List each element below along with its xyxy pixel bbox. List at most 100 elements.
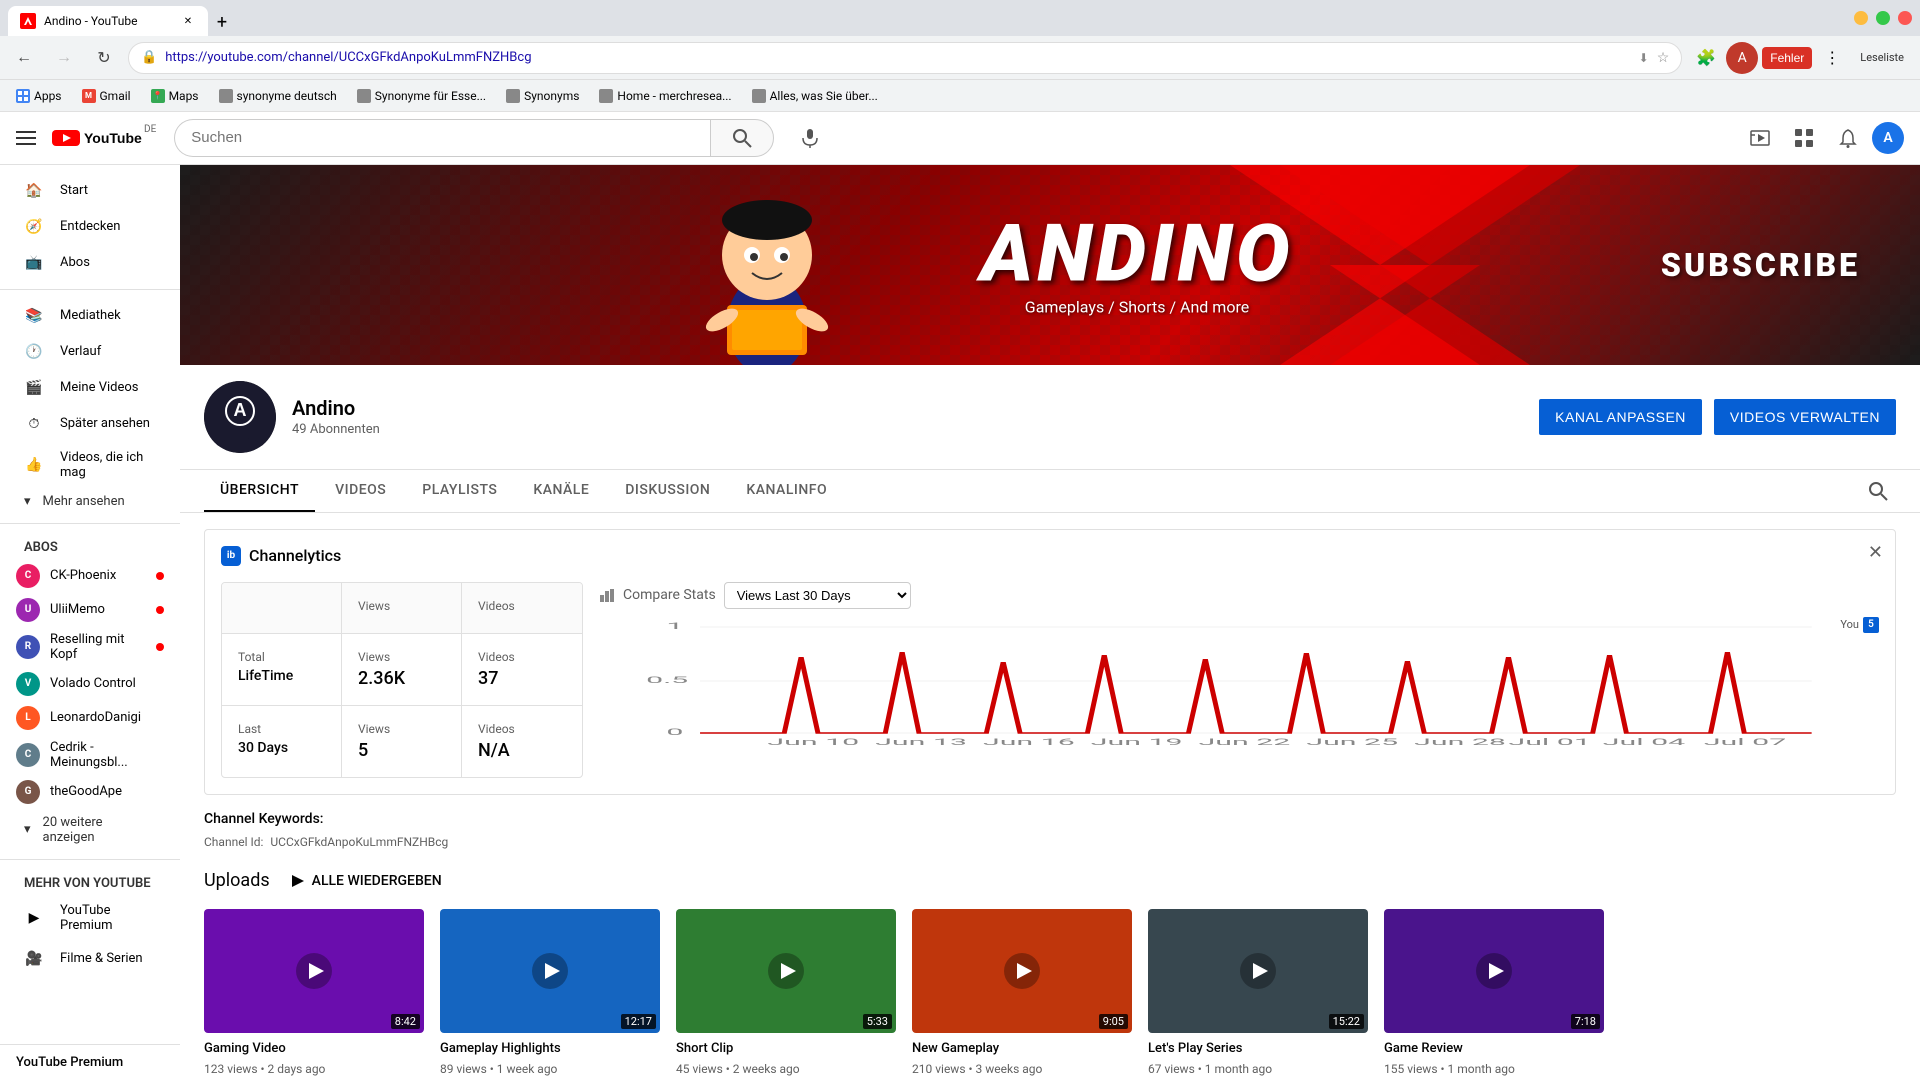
- customize-channel-button[interactable]: KANAL ANPASSEN: [1539, 399, 1702, 435]
- banner-content: ANDINO Gameplays / Shorts / And more: [980, 213, 1293, 316]
- tab-videos[interactable]: VIDEOS: [319, 470, 402, 512]
- total-lifetime-label: Total: [238, 650, 325, 664]
- apps-button[interactable]: [1784, 118, 1824, 158]
- tab-diskussion[interactable]: DISKUSSION: [609, 470, 726, 512]
- bookmark-home[interactable]: Home - merchresea...: [591, 85, 739, 107]
- alles-favicon: [752, 89, 766, 103]
- sidebar-sub-reselling[interactable]: R Reselling mit Kopf: [0, 627, 180, 667]
- maps-favicon: 📍: [151, 89, 165, 103]
- sidebar-item-liked[interactable]: 👍 Videos, die ich mag: [8, 442, 172, 488]
- stats-last30-views-cell: Views 5: [342, 706, 462, 777]
- browser-chrome: Andino - YouTube ✕ +: [0, 0, 1920, 36]
- video-meta-4: 210 views • 3 weeks ago: [912, 1062, 1132, 1076]
- channel-title: Andino: [292, 396, 1523, 420]
- sidebar-item-yt-premium[interactable]: ▶ YouTube Premium: [8, 895, 172, 941]
- video-play-icon-3: [766, 951, 806, 991]
- manage-videos-button[interactable]: VIDEOS VERWALTEN: [1714, 399, 1896, 435]
- channel-search-button[interactable]: [1860, 470, 1896, 512]
- voice-search-button[interactable]: [790, 118, 830, 158]
- video-meta-3: 45 views • 2 weeks ago: [676, 1062, 896, 1076]
- bookmark-synonyme2[interactable]: Synonyme für Esse...: [349, 85, 494, 107]
- sidebar-sub-uliimemo[interactable]: U UliiMemo: [0, 593, 180, 627]
- new-tab-button[interactable]: +: [208, 8, 236, 36]
- sidebar-sub-goodape[interactable]: G theGoodApe: [0, 775, 180, 809]
- user-avatar[interactable]: A: [1872, 122, 1904, 154]
- bookmark-maps[interactable]: 📍 Maps: [143, 85, 207, 107]
- error-badge[interactable]: Fehler: [1762, 47, 1812, 69]
- sidebar-item-meine-videos[interactable]: 🎬 Meine Videos: [8, 370, 172, 406]
- video-thumb-2[interactable]: 12:17: [440, 909, 660, 1033]
- search-button[interactable]: [710, 119, 774, 157]
- menu-icon[interactable]: ⋮: [1816, 42, 1848, 74]
- sidebar-sub-volado[interactable]: V Volado Control: [0, 667, 180, 701]
- sidebar-item-mediathek[interactable]: 📚 Mediathek: [8, 298, 172, 334]
- show-more-subs[interactable]: ▾ 20 weitere anzeigen: [0, 809, 180, 851]
- tab-playlists[interactable]: PLAYLISTS: [406, 470, 513, 512]
- address-bar[interactable]: 🔒 https://youtube.com/channel/UCCxGFkdAn…: [128, 42, 1682, 74]
- channel-id-display: Channel Id: UCCxGFkdAnpoKuLmmFNZHBcg: [204, 835, 1896, 849]
- more-from-yt-title: MEHR VON YOUTUBE: [0, 868, 180, 895]
- bookmark-alles[interactable]: Alles, was Sie über...: [744, 85, 886, 107]
- sidebar-sub-ck-phoenix[interactable]: C CK-Phoenix: [0, 559, 180, 593]
- extensions-icon[interactable]: 🧩: [1690, 42, 1722, 74]
- play-all-button[interactable]: ALLE WIEDERGEBEN: [282, 865, 450, 897]
- bookmark-synonyme[interactable]: synonyme deutsch: [211, 85, 345, 107]
- video-title-2: Gameplay Highlights: [440, 1041, 660, 1058]
- video-thumb-4[interactable]: 9:05: [912, 909, 1132, 1033]
- back-button[interactable]: ←: [8, 42, 40, 74]
- video-thumb-1[interactable]: 8:42: [204, 909, 424, 1033]
- sidebar-abos-label: Abos: [60, 255, 90, 270]
- minimize-button[interactable]: [1854, 11, 1868, 25]
- hamburger-menu[interactable]: [16, 128, 36, 148]
- video-meta-2: 89 views • 1 week ago: [440, 1062, 660, 1076]
- upload-button[interactable]: [1740, 118, 1780, 158]
- total-views-label: Views: [358, 650, 445, 664]
- video-thumb-6[interactable]: 7:18: [1384, 909, 1604, 1033]
- bookmark-synonyms[interactable]: Synonyms: [498, 85, 587, 107]
- sidebar-item-verlauf[interactable]: 🕐 Verlauf: [8, 334, 172, 370]
- show-more-library[interactable]: ▾ Mehr ansehen: [0, 488, 180, 515]
- upload-icon: [1749, 127, 1771, 149]
- ck-phoenix-avatar: C: [16, 564, 40, 588]
- bookmark-gmail[interactable]: M Gmail: [74, 85, 139, 107]
- video-thumb-3[interactable]: 5:33: [676, 909, 896, 1033]
- video-meta-6: 155 views • 1 month ago: [1384, 1062, 1604, 1076]
- profile-icon[interactable]: A: [1726, 42, 1758, 74]
- forward-button[interactable]: →: [48, 42, 80, 74]
- channel-tabs: ÜBERSICHT VIDEOS PLAYLISTS KANÄLE DISKUS…: [180, 470, 1920, 513]
- close-window-button[interactable]: [1898, 11, 1912, 25]
- legend-value: 5: [1868, 619, 1874, 630]
- active-tab[interactable]: Andino - YouTube ✕: [8, 6, 208, 36]
- reload-button[interactable]: ↻: [88, 42, 120, 74]
- sidebar-item-yt-movies[interactable]: 🎥 Filme & Serien: [8, 941, 172, 977]
- last30-videos-value: N/A: [478, 740, 566, 761]
- synonyms-favicon: [506, 89, 520, 103]
- tab-ubersicht[interactable]: ÜBERSICHT: [204, 470, 315, 512]
- sidebar-item-start[interactable]: 🏠 Start: [8, 173, 172, 209]
- views-col-header: Views: [358, 599, 445, 613]
- tab-kanalinfo[interactable]: KANALINFO: [730, 470, 843, 512]
- tab-close-button[interactable]: ✕: [180, 13, 196, 29]
- notifications-button[interactable]: [1828, 118, 1868, 158]
- sidebar-item-abos[interactable]: 📺 Abos: [8, 245, 172, 281]
- maximize-button[interactable]: [1876, 11, 1890, 25]
- goodape-name: theGoodApe: [50, 784, 164, 799]
- reading-list-button[interactable]: Leseliste: [1852, 47, 1912, 68]
- hamburger-icon: [16, 128, 36, 148]
- bookmark-home-label: Home - merchresea...: [617, 89, 731, 103]
- sidebar-sub-cedrik[interactable]: C Cedrik - Meinungsbl...: [0, 735, 180, 775]
- bookmark-apps[interactable]: Apps: [8, 85, 70, 107]
- search-input[interactable]: [174, 119, 710, 157]
- stats-last30-videos-cell: Videos N/A: [462, 706, 582, 777]
- video-duration-5: 15:22: [1329, 1014, 1364, 1029]
- sidebar-item-entdecken[interactable]: 🧭 Entdecken: [8, 209, 172, 245]
- sidebar-sub-leonardo[interactable]: L LeonardoDanigi: [0, 701, 180, 735]
- star-icon[interactable]: ☆: [1657, 50, 1670, 66]
- views-dropdown[interactable]: Views Last 30 Days Views Last 7 Days Sub…: [724, 582, 911, 609]
- video-thumb-5[interactable]: 15:22: [1148, 909, 1368, 1033]
- bookmark-maps-label: Maps: [169, 89, 199, 103]
- tab-kanale[interactable]: KANÄLE: [517, 470, 605, 512]
- sidebar-item-spaeter[interactable]: ⏱ Später ansehen: [8, 406, 172, 442]
- youtube-logo[interactable]: YouTube DE: [52, 128, 158, 148]
- analytics-close-button[interactable]: ✕: [1868, 542, 1883, 563]
